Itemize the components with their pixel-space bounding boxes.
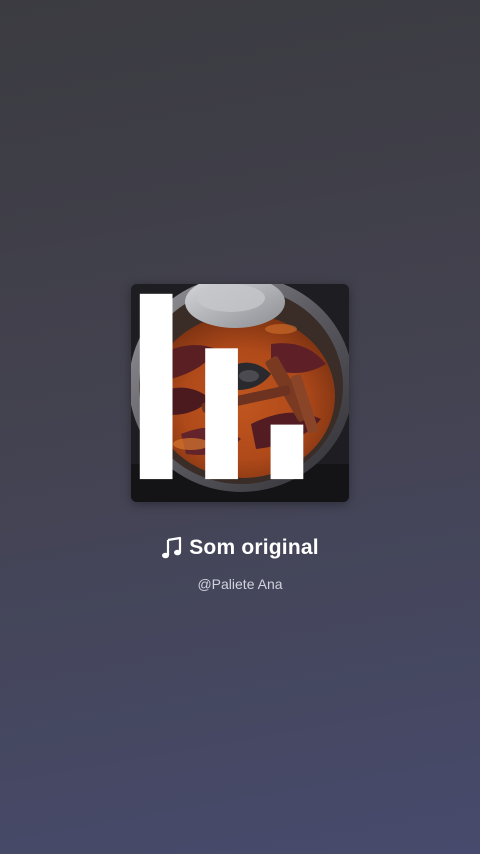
audio-bars-icon [139, 293, 304, 480]
sound-cover-image[interactable] [131, 284, 349, 502]
music-note-icon [162, 536, 182, 559]
sound-title-row[interactable]: Som original [0, 536, 480, 560]
sound-author-link[interactable]: @Paliete Ana [0, 576, 480, 592]
sound-title: Som original [189, 536, 319, 559]
